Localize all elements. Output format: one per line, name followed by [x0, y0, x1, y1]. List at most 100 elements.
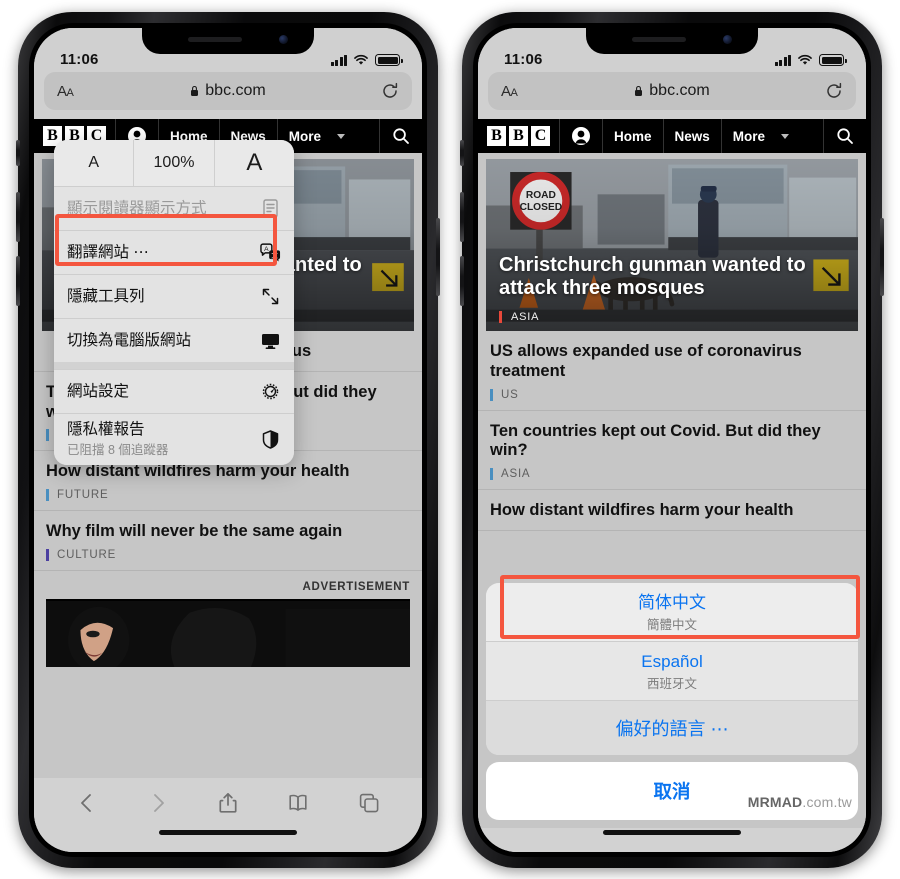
- account-icon: [572, 127, 590, 145]
- tabs-icon[interactable]: [358, 792, 380, 814]
- volume-down-button[interactable]: [16, 256, 20, 306]
- story-item-covid[interactable]: Ten countries kept out Covid. But did th…: [478, 411, 866, 491]
- home-indicator-area: [34, 828, 422, 852]
- language-option-spanish[interactable]: Español 西班牙文: [486, 642, 858, 701]
- menu-item-show-reader[interactable]: 顯示閱讀器顯示方式: [54, 186, 294, 230]
- story-title: How distant wildfires harm your health: [490, 501, 794, 520]
- font-size-controls: A 100% A: [54, 140, 294, 186]
- phone-left: 11:06 AAAA: [16, 12, 440, 868]
- story-title: Ten countries kept out Covid. But did th…: [490, 421, 821, 460]
- increase-font-button[interactable]: A: [213, 140, 294, 186]
- nav-item-more-label: More: [288, 128, 322, 144]
- url-text: bbc.com: [649, 82, 710, 99]
- watermark: MRMAD.com.tw: [748, 794, 852, 810]
- watermark-bold: MRMAD: [747, 794, 803, 810]
- cellular-bars-icon: [774, 55, 791, 66]
- translate-icon: A 文: [260, 243, 281, 262]
- language-name: 简体中文: [638, 592, 706, 612]
- story-category: US: [490, 388, 854, 401]
- reload-icon[interactable]: [825, 82, 843, 100]
- url-bar-container: AAAA bbc.com: [34, 72, 422, 119]
- language-name: Español: [641, 651, 703, 671]
- bbc-logo-b1: B: [487, 126, 506, 146]
- menu-item-request-desktop-site[interactable]: 切換為電腦版網站: [54, 318, 294, 362]
- menu-item-website-settings[interactable]: 網站設定: [54, 369, 294, 413]
- nav-item-home[interactable]: Home: [602, 119, 663, 153]
- url-bar-container: AA bbc.com: [478, 72, 866, 119]
- forward-chevron-icon[interactable]: [147, 792, 169, 814]
- menu-item-label: 隱藏工具列: [67, 287, 145, 305]
- advertisement-image[interactable]: [46, 598, 410, 667]
- hero-article[interactable]: ROAD CLOSED: [486, 159, 858, 331]
- language-options-group: 简体中文 簡體中文 Español 西班牙文 偏好的語言 ⋯: [486, 582, 858, 755]
- nav-item-more[interactable]: More: [720, 119, 800, 153]
- story-item-coronavirus[interactable]: US allows expanded use of coronavirus tr…: [478, 331, 866, 411]
- status-indicators: [330, 54, 403, 68]
- menu-item-text-group: 隱私權報告 已阻擋 8 個追蹤器: [67, 421, 168, 459]
- earpiece-speaker: [188, 37, 242, 42]
- nav-search-button[interactable]: [823, 119, 866, 153]
- home-indicator[interactable]: [603, 830, 741, 835]
- ad-artwork: [46, 600, 410, 667]
- mute-switch[interactable]: [460, 140, 464, 166]
- menu-item-translate-website[interactable]: 翻譯網站 ⋯ A 文: [54, 230, 294, 274]
- advertisement-block: ADVERTISEMENT: [34, 571, 422, 667]
- page-settings-button[interactable]: AAAA: [57, 83, 74, 100]
- reload-icon[interactable]: [381, 82, 399, 100]
- bbc-logo-c: C: [531, 126, 550, 146]
- notch: [586, 28, 758, 54]
- menu-item-privacy-report[interactable]: 隱私權報告 已阻擋 8 個追蹤器: [54, 413, 294, 465]
- menu-item-hide-toolbar[interactable]: 隱藏工具列: [54, 274, 294, 318]
- wifi-icon: [798, 54, 812, 65]
- volume-up-button[interactable]: [16, 192, 20, 242]
- decrease-font-button[interactable]: A: [54, 140, 133, 186]
- hero-category: ASIA: [499, 311, 539, 323]
- story-category: CULTURE: [46, 548, 410, 561]
- nav-account[interactable]: [559, 119, 602, 153]
- nav-search-button[interactable]: [379, 119, 422, 153]
- power-button[interactable]: [880, 218, 884, 296]
- hero-headline: Christchurch gunman wanted to attack thr…: [499, 253, 806, 300]
- menu-item-label: 翻譯網站 ⋯: [67, 243, 149, 261]
- cancel-button[interactable]: 取消: [486, 762, 858, 820]
- back-chevron-icon[interactable]: [76, 792, 98, 814]
- hide-toolbar-icon: [262, 288, 279, 305]
- volume-up-button[interactable]: [460, 192, 464, 242]
- url-bar[interactable]: AAAA bbc.com: [44, 72, 412, 110]
- front-camera: [279, 35, 288, 44]
- mute-switch[interactable]: [16, 140, 20, 166]
- nav-item-news[interactable]: News: [662, 119, 721, 153]
- book-icon[interactable]: [287, 792, 309, 814]
- phone-right: 11:06 AA bbc.com B B C Home News More Ch…: [460, 12, 884, 868]
- volume-down-button[interactable]: [460, 256, 464, 306]
- home-indicator-area: [478, 828, 866, 852]
- status-time: 11:06: [504, 51, 543, 68]
- story-item-wildfires[interactable]: How distant wildfires harm your health: [478, 490, 866, 531]
- phone-left-screen: 11:06 AAAA: [34, 28, 422, 852]
- front-camera: [723, 35, 732, 44]
- menu-item-label: 網站設定: [67, 382, 130, 400]
- share-icon[interactable]: [217, 792, 239, 814]
- phone-right-screen: 11:06 AA bbc.com B B C Home News More Ch…: [478, 28, 866, 852]
- bbc-logo[interactable]: B B C: [478, 119, 559, 153]
- hero-gradient-overlay: [486, 159, 858, 331]
- story-title: Why film will never be the same again: [46, 522, 343, 541]
- language-subtitle: 簡體中文: [646, 617, 697, 632]
- chevron-down-icon: [781, 133, 790, 139]
- home-indicator[interactable]: [159, 830, 297, 835]
- lock-icon: [635, 85, 643, 96]
- language-option-simplified-chinese[interactable]: 简体中文 簡體中文: [486, 582, 858, 642]
- zoom-level-label: 100%: [133, 140, 213, 186]
- preferred-languages-button[interactable]: 偏好的語言 ⋯: [486, 701, 858, 755]
- wifi-icon: [354, 54, 368, 65]
- phone-right-bezel: 11:06 AA bbc.com B B C Home News More Ch…: [473, 23, 871, 857]
- nav-item-more-label: More: [732, 128, 766, 144]
- language-subtitle: 西班牙文: [646, 677, 697, 691]
- page-settings-button[interactable]: AA: [501, 83, 518, 100]
- chevron-down-icon: [337, 133, 346, 139]
- story-item-film[interactable]: Why film will never be the same again CU…: [34, 511, 422, 571]
- story-title: US allows expanded use of coronavirus tr…: [490, 342, 802, 380]
- url-bar[interactable]: AA bbc.com: [488, 72, 856, 110]
- earpiece-speaker: [632, 37, 686, 42]
- power-button[interactable]: [436, 218, 440, 296]
